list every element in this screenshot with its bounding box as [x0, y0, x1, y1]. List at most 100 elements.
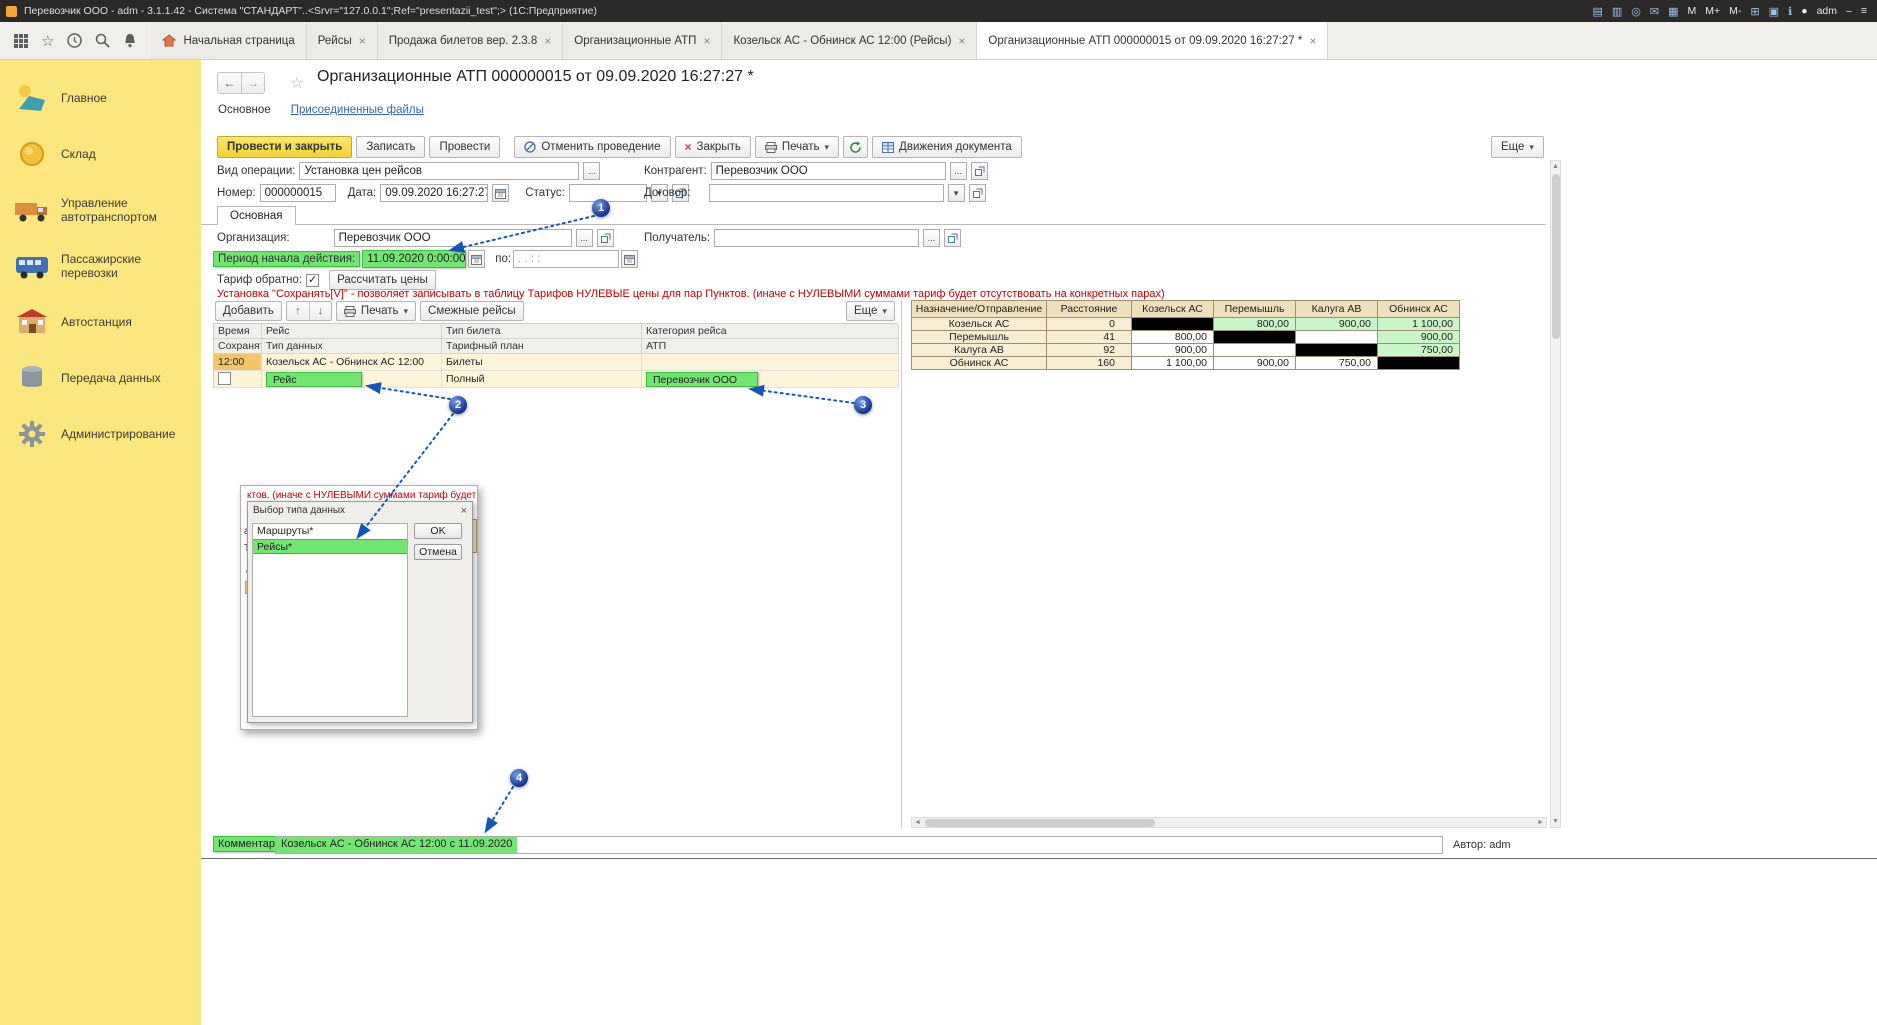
refresh-button[interactable] — [843, 136, 868, 158]
tab-trip-kozelsk-obninsk[interactable]: Козельск АС - Обнинск АС 12:00 (Рейсы) × — [722, 22, 977, 59]
tab-close-icon[interactable]: × — [703, 34, 710, 48]
menu-grid-icon[interactable] — [14, 34, 28, 48]
save-icon[interactable]: ▤ — [1592, 5, 1602, 18]
period-to-calendar-button[interactable] — [621, 250, 638, 268]
scroll-left-icon[interactable]: ◄ — [912, 819, 923, 826]
memory-mplus-button[interactable]: М+ — [1705, 5, 1720, 17]
back-button[interactable]: ← — [218, 73, 241, 93]
dialog-ok-button[interactable]: OK — [414, 523, 462, 539]
cell-time[interactable]: 12:00 — [214, 354, 262, 371]
search-icon[interactable] — [95, 33, 110, 48]
fare-cell[interactable]: 750,00 — [1378, 344, 1460, 357]
horizontal-scroll-thumb[interactable] — [925, 819, 1155, 827]
fare-cell[interactable]: 1 100,00 — [1378, 318, 1460, 331]
fare-cell[interactable]: 900,00 — [1296, 318, 1378, 331]
calendar-icon[interactable]: ▣ — [1769, 5, 1779, 18]
history-clock-icon[interactable] — [67, 33, 82, 48]
period-calendar-button[interactable] — [468, 250, 485, 268]
tab-close-icon[interactable]: × — [1309, 34, 1316, 48]
tariff-back-checkbox[interactable]: ✓ — [306, 274, 319, 287]
date-input[interactable]: 09.09.2020 16:27:27 — [380, 184, 488, 202]
cell-atp[interactable]: Перевозчик ООО — [642, 371, 899, 388]
cell-trip[interactable]: Козельск АС - Обнинск АС 12:00 — [262, 354, 442, 371]
list-item-trips[interactable]: Рейсы* — [253, 539, 407, 554]
tab-trips[interactable]: Рейсы × — [307, 22, 378, 59]
contract-open-button[interactable] — [969, 184, 986, 202]
sidebar-item-warehouse[interactable]: Склад — [0, 126, 201, 182]
table-icon[interactable]: ▦ — [1668, 5, 1678, 18]
notifications-bell-icon[interactable] — [123, 33, 137, 48]
tab-org-atp-document[interactable]: Организационные АТП 000000015 от 09.09.2… — [977, 22, 1328, 59]
sidebar-item-vehicle-management[interactable]: Управление автотранспортом — [0, 182, 201, 238]
scroll-up-icon[interactable]: ▲ — [1551, 161, 1560, 172]
contract-input[interactable] — [709, 184, 944, 202]
contract-dropdown-button[interactable]: ▾ — [948, 184, 965, 202]
date-calendar-button[interactable] — [492, 184, 509, 202]
cell-category[interactable] — [642, 354, 899, 371]
tab-attached-files[interactable]: Присоединенные файлы — [291, 104, 424, 116]
dialog-close-icon[interactable]: × — [461, 505, 467, 517]
sidebar-item-data-exchange[interactable]: Передача данных — [0, 350, 201, 406]
fare-cell[interactable] — [1296, 331, 1378, 344]
number-input[interactable]: 000000015 — [260, 184, 336, 202]
grid-print-button[interactable]: Печать ▾ — [336, 301, 416, 321]
tab-close-icon[interactable]: × — [958, 34, 965, 48]
operation-choose-button[interactable]: ... — [583, 162, 600, 180]
counterparty-open-button[interactable] — [971, 162, 988, 180]
memory-mminus-button[interactable]: М- — [1729, 5, 1741, 17]
minimize-button[interactable]: – — [1846, 5, 1852, 17]
forward-button[interactable]: → — [241, 73, 264, 93]
add-row-button[interactable]: Добавить — [215, 301, 282, 321]
tab-home[interactable]: Начальная страница — [151, 22, 306, 59]
tab-org-atp-list[interactable]: Организационные АТП × — [563, 22, 722, 59]
horizontal-scrollbar[interactable]: ◄ ► — [911, 817, 1547, 828]
fare-cell[interactable]: 900,00 — [1214, 357, 1296, 370]
counterparty-choose-button[interactable]: ... — [950, 162, 967, 180]
main-menu-button[interactable]: ≡ — [1861, 5, 1867, 17]
recipient-choose-button[interactable]: ... — [923, 229, 940, 247]
post-and-close-button[interactable]: Провести и закрыть — [217, 136, 352, 158]
sidebar-item-passenger-transport[interactable]: Пассажирские перевозки — [0, 238, 201, 294]
organization-choose-button[interactable]: ... — [576, 229, 593, 247]
cell-data-type[interactable]: Рейс — [262, 371, 442, 388]
period-to-input[interactable]: . . : : — [513, 250, 619, 268]
sidebar-item-bus-station[interactable]: Автостанция — [0, 294, 201, 350]
sidebar-item-main[interactable]: Главное — [0, 70, 201, 126]
period-start-input[interactable]: 11.09.2020 0:00:00 — [362, 250, 466, 268]
fare-cell[interactable]: 1 100,00 — [1132, 357, 1214, 370]
grid-more-button[interactable]: Еще ▾ — [846, 301, 895, 321]
cell-tariff-plan[interactable]: Полный — [442, 371, 642, 388]
move-up-button[interactable]: ↑ — [287, 302, 309, 320]
fare-cell[interactable]: 750,00 — [1296, 357, 1378, 370]
fare-cell[interactable] — [1214, 344, 1296, 357]
scroll-down-icon[interactable]: ▼ — [1551, 816, 1560, 827]
adjacent-trips-button[interactable]: Смежные рейсы — [420, 301, 524, 321]
dialog-titlebar[interactable]: Выбор типа данных × — [248, 502, 472, 519]
mail-icon[interactable]: ✉ — [1650, 5, 1659, 18]
fare-cell[interactable]: 800,00 — [1214, 318, 1296, 331]
dialog-cancel-button[interactable]: Отмена — [414, 544, 462, 560]
recipient-input[interactable] — [714, 229, 919, 247]
list-item-routes[interactable]: Маршруты* — [253, 524, 407, 539]
fare-cell[interactable]: 800,00 — [1132, 331, 1214, 344]
document-movements-button[interactable]: Движения документа — [872, 136, 1022, 158]
form-more-button[interactable]: Еще ▾ — [1491, 136, 1544, 158]
close-button[interactable]: × Закрыть — [675, 136, 751, 158]
tab-main-section[interactable]: Основное — [218, 104, 271, 116]
fare-cell[interactable]: 900,00 — [1132, 344, 1214, 357]
counterparty-input[interactable]: Перевозчик ООО — [711, 162, 946, 180]
tab-close-icon[interactable]: × — [544, 34, 551, 48]
vertical-scrollbar[interactable]: ▲ ▼ — [1550, 160, 1561, 828]
post-button[interactable]: Провести — [429, 136, 500, 158]
move-down-button[interactable]: ↓ — [309, 302, 331, 320]
organization-open-button[interactable] — [597, 229, 614, 247]
recipient-open-button[interactable] — [944, 229, 961, 247]
tab-close-icon[interactable]: × — [359, 34, 366, 48]
memory-m-button[interactable]: М — [1688, 5, 1697, 17]
cell-ticket-type[interactable]: Билеты — [442, 354, 642, 371]
tab-osnovnaya[interactable]: Основная — [217, 206, 296, 225]
save-checkbox[interactable] — [218, 372, 231, 385]
fare-cell[interactable]: 900,00 — [1378, 331, 1460, 344]
cell-save-checkbox[interactable] — [214, 371, 262, 388]
sidebar-item-administration[interactable]: Администрирование — [0, 406, 201, 462]
